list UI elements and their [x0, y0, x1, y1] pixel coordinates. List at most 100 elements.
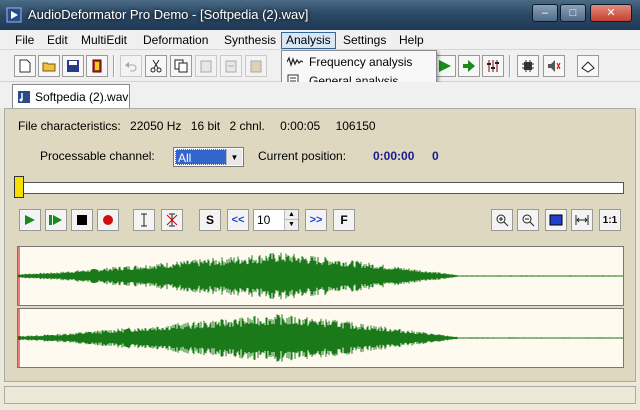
f-button[interactable]: F [333, 209, 355, 231]
scissors-icon [150, 59, 162, 73]
menu-file[interactable]: File [10, 32, 39, 49]
menu-item-label: Frequency analysis [309, 55, 413, 69]
app-icon [6, 7, 22, 23]
position-track[interactable] [17, 182, 624, 194]
undo-icon [125, 62, 137, 72]
open-file-button[interactable] [38, 55, 60, 77]
paste-icon [200, 60, 212, 73]
menu-help[interactable]: Help [394, 32, 429, 49]
paste-mix-button[interactable] [220, 55, 242, 77]
close-button[interactable]: ✕ [590, 4, 632, 22]
speaker-icon [548, 60, 561, 72]
new-file-button[interactable] [14, 55, 36, 77]
stop-icon [77, 215, 87, 225]
document-tabs: Softpedia (2).wav [0, 82, 640, 108]
rewind-button[interactable]: << [227, 209, 249, 231]
eraser-icon [581, 61, 595, 73]
zoom-selection-icon [549, 214, 563, 226]
play-selection-button[interactable] [45, 209, 67, 231]
position-time: 0:00:00 [373, 149, 415, 163]
fit-width-icon [575, 215, 589, 225]
position-label: Current position: [258, 149, 347, 163]
duration: 0:00:05 [280, 119, 321, 133]
step-spinner[interactable]: 10 ▲ ▼ [253, 209, 299, 231]
menu-item-frequency-analysis[interactable]: Frequency analysis [284, 53, 434, 71]
position-thumb[interactable] [14, 176, 24, 198]
menu-deformation[interactable]: Deformation [138, 32, 213, 49]
play-selection-icon [49, 215, 62, 225]
waveform-icon [287, 56, 303, 68]
fade-out-button[interactable] [434, 55, 456, 77]
equalizer-button[interactable] [482, 55, 504, 77]
title-bar: AudioDeformator Pro Demo - [Softpedia (2… [0, 0, 640, 30]
s-button[interactable]: S [199, 209, 221, 231]
position-sample: 0 [432, 149, 439, 163]
channel-value: All [175, 149, 227, 165]
minimize-button[interactable]: – [532, 4, 558, 22]
new-file-icon [19, 59, 31, 73]
sample-rate: 22050 Hz [130, 119, 182, 133]
play-effect-button[interactable] [458, 55, 480, 77]
waveform-left-svg [17, 247, 623, 305]
record-icon [103, 215, 113, 225]
spin-up-icon[interactable]: ▲ [284, 210, 298, 220]
zoom-in-button[interactable] [491, 209, 513, 231]
menu-bar: File Edit MultiEdit Deformation Synthesi… [0, 30, 640, 50]
status-bar [4, 386, 636, 404]
bit-depth: 16 bit [190, 119, 221, 133]
file-info-label: File characteristics: [18, 119, 121, 133]
zoom-selection-button[interactable] [545, 209, 567, 231]
record-button[interactable] [97, 209, 119, 231]
plugin-button[interactable] [517, 55, 539, 77]
exit-door-icon [92, 59, 102, 73]
speaker-button[interactable] [543, 55, 565, 77]
play-button[interactable] [19, 209, 41, 231]
stop-button[interactable] [71, 209, 93, 231]
save-icon [67, 60, 79, 72]
waveform-left-channel[interactable] [17, 246, 624, 306]
clear-marker-icon [166, 213, 178, 227]
menu-settings[interactable]: Settings [338, 32, 391, 49]
save-button[interactable] [62, 55, 84, 77]
channel-select[interactable]: All ▼ [173, 147, 244, 167]
cut-button[interactable] [145, 55, 167, 77]
paste-new-icon [250, 60, 262, 73]
menu-multiedit[interactable]: MultiEdit [76, 32, 132, 49]
chip-icon [522, 60, 534, 72]
chevron-down-icon[interactable]: ▼ [226, 149, 242, 165]
menu-synthesis[interactable]: Synthesis [219, 32, 281, 49]
paste-new-button[interactable] [245, 55, 267, 77]
menu-edit[interactable]: Edit [42, 32, 73, 49]
waveform-right-channel[interactable] [17, 308, 624, 368]
step-value: 10 [257, 213, 271, 227]
channel-count: 2 chnl. [229, 119, 265, 133]
zoom-fit-button[interactable] [571, 209, 593, 231]
paste-mix-icon [225, 60, 237, 73]
editor-panel: File characteristics: 22050 Hz 16 bit 2 … [4, 108, 636, 382]
sample-count: 106150 [335, 119, 376, 133]
zoom-out-button[interactable] [517, 209, 539, 231]
exit-button[interactable] [86, 55, 108, 77]
waveform-right-svg [17, 309, 623, 367]
window-title: AudioDeformator Pro Demo - [Softpedia (2… [28, 7, 309, 22]
paste-button[interactable] [195, 55, 217, 77]
copy-button[interactable] [170, 55, 192, 77]
audio-file-icon [18, 90, 30, 103]
cursor-tool-button[interactable] [133, 209, 155, 231]
tab-label: Softpedia (2).wav [35, 89, 129, 104]
equalizer-icon [487, 60, 499, 72]
zoom-out-icon [522, 214, 535, 227]
tab-document[interactable]: Softpedia (2).wav [12, 84, 130, 108]
copy-icon [174, 59, 188, 73]
spin-down-icon[interactable]: ▼ [284, 220, 298, 230]
green-arrow-icon [463, 60, 475, 72]
eraser-button[interactable] [577, 55, 599, 77]
folder-icon [42, 62, 56, 72]
zoom-1-1-button[interactable]: 1:1 [599, 209, 621, 231]
maximize-button[interactable]: □ [560, 4, 586, 22]
menu-analysis[interactable]: Analysis [281, 32, 336, 49]
file-characteristics: File characteristics: 22050 Hz 16 bit 2 … [18, 119, 382, 133]
clear-marker-button[interactable] [161, 209, 183, 231]
undo-button[interactable] [120, 55, 142, 77]
forward-button[interactable]: >> [305, 209, 327, 231]
